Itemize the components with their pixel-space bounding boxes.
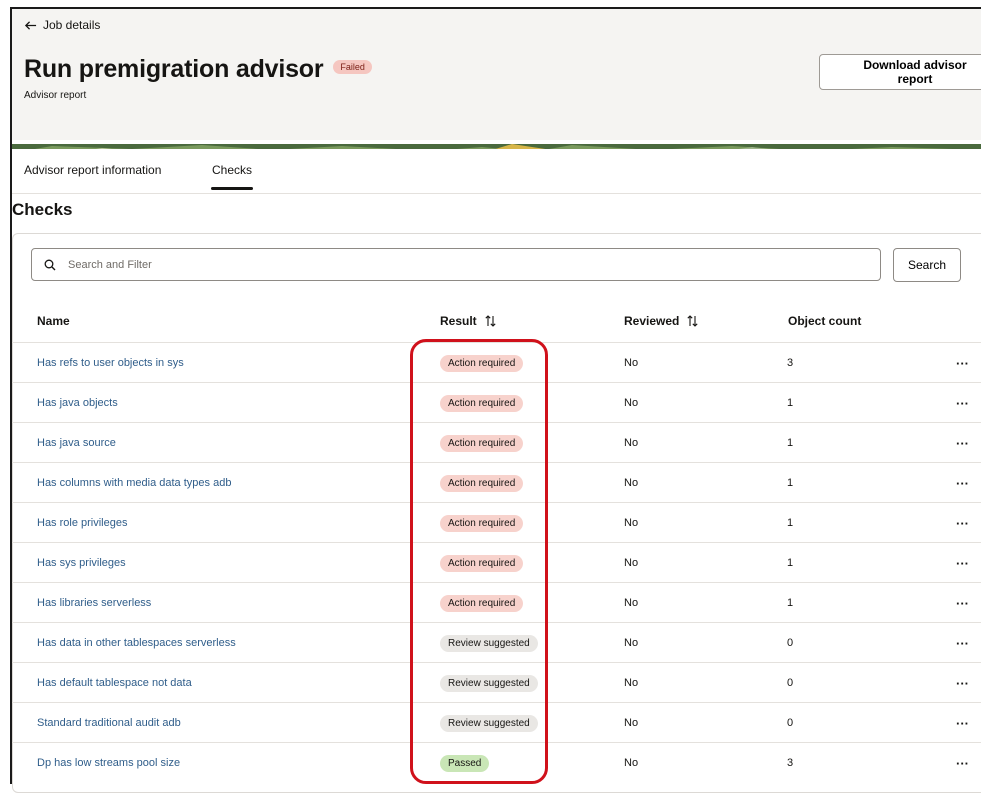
more-actions-icon[interactable]: ···: [956, 716, 969, 731]
reviewed-value: No: [624, 397, 639, 409]
check-name-link[interactable]: Has columns with media data types adb: [37, 477, 231, 489]
object-count-value: 1: [787, 517, 794, 529]
more-actions-icon[interactable]: ···: [956, 556, 969, 571]
more-actions-icon[interactable]: ···: [956, 476, 969, 491]
object-count-value: 1: [787, 397, 794, 409]
arrow-left-icon: [24, 20, 37, 30]
more-actions-icon[interactable]: ···: [956, 356, 969, 371]
column-header-result[interactable]: Result: [440, 314, 496, 328]
reviewed-value: No: [624, 597, 639, 609]
column-header-reviewed[interactable]: Reviewed: [624, 314, 698, 328]
more-actions-icon[interactable]: ···: [956, 636, 969, 651]
object-count-value: 1: [787, 477, 794, 489]
check-name-link[interactable]: Has libraries serverless: [37, 597, 151, 609]
object-count-value: 0: [787, 677, 794, 689]
more-actions-icon[interactable]: ···: [956, 516, 969, 531]
check-name-link[interactable]: Has java source: [37, 437, 116, 449]
search-input[interactable]: [66, 257, 850, 272]
column-header-name: Name: [37, 314, 70, 328]
tab-checks[interactable]: Checks: [210, 163, 254, 190]
column-header-object-count-label: Object count: [788, 314, 862, 328]
reviewed-value: No: [624, 637, 639, 649]
object-count-value: 0: [787, 717, 794, 729]
reviewed-value: No: [624, 757, 639, 769]
check-name-link[interactable]: Has sys privileges: [37, 557, 126, 569]
object-count-value: 1: [787, 437, 794, 449]
section-title: Checks: [12, 200, 73, 219]
object-count-value: 1: [787, 597, 794, 609]
more-actions-icon[interactable]: ···: [956, 436, 969, 451]
column-header-object-count: Object count: [788, 314, 861, 328]
reviewed-value: No: [624, 357, 639, 369]
more-actions-icon[interactable]: ···: [956, 676, 969, 691]
decorative-banner: [12, 140, 981, 149]
search-button[interactable]: Search: [893, 248, 961, 282]
reviewed-value: No: [624, 717, 639, 729]
check-name-link[interactable]: Has refs to user objects in sys: [37, 357, 184, 369]
status-badge: Failed: [333, 59, 372, 74]
check-name-link[interactable]: Has role privileges: [37, 517, 127, 529]
more-actions-icon[interactable]: ···: [956, 396, 969, 411]
reviewed-value: No: [624, 517, 639, 529]
object-count-value: 3: [787, 757, 794, 769]
back-link[interactable]: Job details: [24, 18, 100, 32]
check-name-link[interactable]: Has java objects: [37, 397, 118, 409]
tab-advisor-report-information[interactable]: Advisor report information: [24, 163, 161, 177]
more-actions-icon[interactable]: ···: [956, 596, 969, 611]
object-count-value: 1: [787, 557, 794, 569]
check-name-link[interactable]: Dp has low streams pool size: [37, 757, 180, 769]
back-link-label: Job details: [43, 18, 101, 32]
reviewed-value: No: [624, 677, 639, 689]
search-icon: [44, 259, 56, 270]
search-field[interactable]: [31, 248, 881, 281]
more-actions-icon[interactable]: ···: [956, 756, 969, 771]
reviewed-value: No: [624, 477, 639, 489]
reviewed-value: No: [624, 557, 639, 569]
object-count-value: 0: [787, 637, 794, 649]
page-subtitle: Advisor report: [24, 90, 87, 101]
check-name-link[interactable]: Has data in other tablespaces serverless: [37, 637, 236, 649]
column-header-name-label: Name: [37, 314, 70, 328]
title-row: Run premigration advisor Failed: [24, 55, 372, 84]
column-header-result-label: Result: [440, 314, 477, 328]
page-title: Run premigration advisor: [24, 55, 324, 83]
column-header-reviewed-label: Reviewed: [624, 314, 680, 328]
check-name-link[interactable]: Standard traditional audit adb: [37, 717, 181, 729]
download-report-button[interactable]: Download advisor report: [819, 54, 981, 90]
object-count-value: 3: [787, 357, 794, 369]
sort-icon[interactable]: [687, 315, 698, 327]
sort-icon[interactable]: [485, 315, 496, 327]
tab-bar: Advisor report information Checks: [12, 149, 981, 194]
result-column-highlight: [410, 339, 548, 784]
check-name-link[interactable]: Has default tablespace not data: [37, 677, 192, 689]
reviewed-value: No: [624, 437, 639, 449]
page-header: Job details Run premigration advisor Fai…: [12, 9, 981, 140]
